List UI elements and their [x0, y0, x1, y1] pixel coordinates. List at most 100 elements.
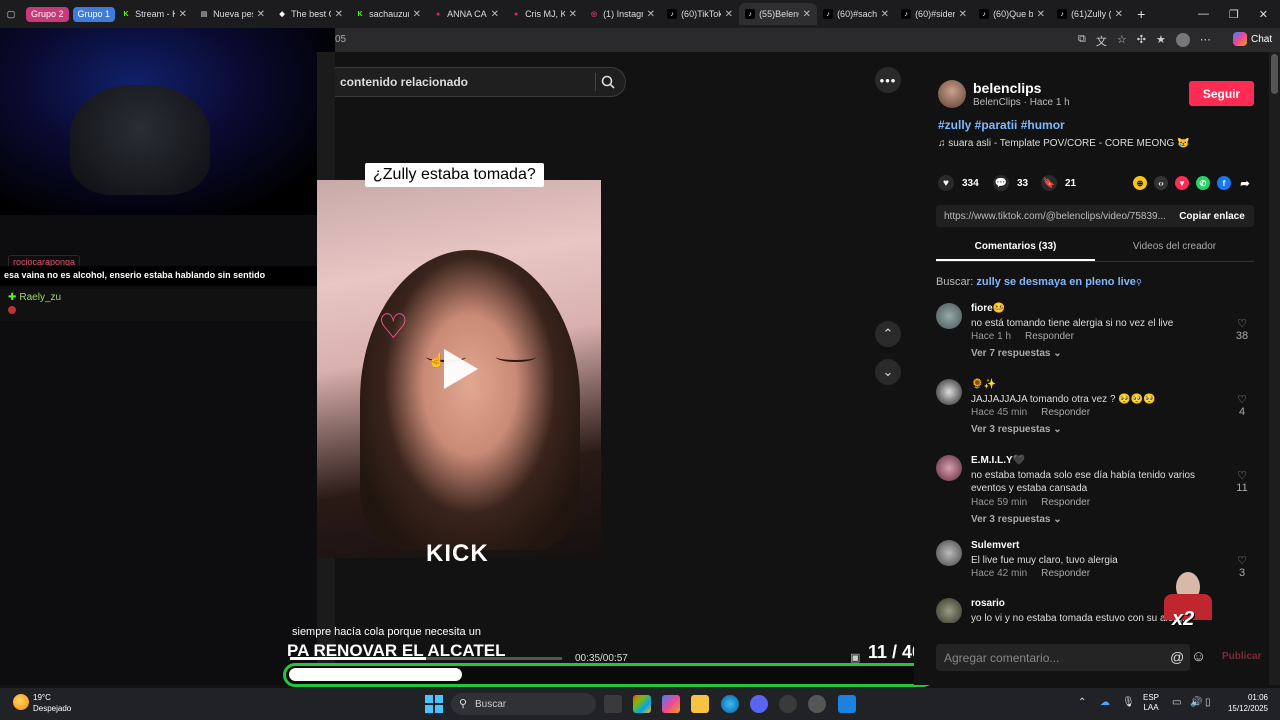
- copy-link-button[interactable]: Copiar enlace: [1170, 211, 1254, 222]
- commenter-avatar[interactable]: [936, 540, 962, 566]
- friends-share-icon[interactable]: ⊕: [1133, 176, 1147, 190]
- new-tab-button[interactable]: +: [1137, 6, 1145, 22]
- comment-input[interactable]: Agregar comentario...: [936, 644, 1190, 671]
- view-replies-button[interactable]: Ver 7 respuestas ⌄: [971, 348, 1062, 359]
- tab-creator-videos[interactable]: Videos del creador: [1095, 236, 1254, 261]
- store-icon[interactable]: [633, 695, 651, 713]
- tab-actions-icon[interactable]: ▢: [0, 3, 22, 25]
- network-icon[interactable]: ▭: [1172, 697, 1181, 708]
- suggested-search[interactable]: Buscar: zully se desmaya en pleno live⚲: [936, 276, 1142, 288]
- windows-start-icon[interactable]: [425, 695, 443, 713]
- close-tab-icon[interactable]: ✕: [803, 9, 811, 20]
- commenter-name[interactable]: E.M.I.L.Y🖤: [971, 455, 1025, 466]
- task-view-icon[interactable]: [604, 695, 622, 713]
- tab-group-1[interactable]: Grupo 1: [72, 6, 116, 22]
- chat-username-2[interactable]: ✚ Raely_zu: [8, 292, 61, 303]
- embed-icon[interactable]: ‹›: [1154, 176, 1168, 190]
- commenter-name[interactable]: 🌻✨: [971, 379, 996, 390]
- commenter-name[interactable]: Sulemvert: [971, 540, 1019, 551]
- comment-like-button[interactable]: ♡ 3: [1232, 554, 1252, 579]
- more-menu-icon[interactable]: ⋯: [1200, 33, 1211, 49]
- browser-tab[interactable]: ● Cris MJ, Ka ✕: [505, 3, 583, 25]
- emoji-icon[interactable]: ☺: [1191, 648, 1206, 665]
- browser-tab[interactable]: ♪(60)#sidera ✕: [895, 3, 973, 25]
- play-icon[interactable]: [444, 349, 478, 389]
- microphone-icon[interactable]: 🎙: [1122, 697, 1135, 708]
- tab-comments[interactable]: Comentarios (33): [936, 236, 1095, 261]
- browser-tab[interactable]: ● ANNA CAR ✕: [427, 3, 505, 25]
- commenter-name[interactable]: fiore🤒: [971, 303, 1005, 314]
- minimize-icon[interactable]: —: [1198, 8, 1209, 21]
- browser-tab[interactable]: ♪ (60)TikTok ✕: [661, 3, 739, 25]
- whatsapp-icon[interactable]: ✆: [1196, 176, 1210, 190]
- share-arrow-icon[interactable]: ➦: [1238, 176, 1252, 190]
- next-video-button[interactable]: ⌄: [875, 359, 901, 385]
- browser-tab[interactable]: ♪(55)BelenCl ✕: [739, 3, 818, 25]
- comment-like-button[interactable]: ♡: [1232, 612, 1236, 623]
- restore-icon[interactable]: ❐: [1229, 8, 1239, 21]
- search-button[interactable]: [595, 73, 619, 91]
- taskbar-search[interactable]: Buscar: [451, 693, 596, 715]
- browser-tab[interactable]: ♪(60)Que bu ✕: [973, 3, 1051, 25]
- file-explorer-icon[interactable]: [691, 695, 709, 713]
- language-indicator[interactable]: ESP LAA: [1143, 693, 1159, 713]
- open-app-icon[interactable]: ⧉: [1078, 33, 1086, 49]
- view-replies-button[interactable]: Ver 3 respuestas ⌄: [971, 514, 1062, 525]
- url-text[interactable]: 05: [335, 34, 346, 45]
- like-stat[interactable]: ♥ 334: [938, 175, 979, 191]
- browser-tab[interactable]: K Stream - Ki ✕: [115, 3, 193, 25]
- edge-icon[interactable]: [721, 695, 739, 713]
- close-tab-icon[interactable]: ✕: [179, 9, 187, 20]
- reply-button[interactable]: Responder: [1041, 497, 1090, 508]
- scrollbar-thumb[interactable]: [1271, 54, 1278, 94]
- comment-stat[interactable]: 💬 33: [993, 175, 1028, 191]
- volume-icon[interactable]: 🔊: [1190, 697, 1202, 708]
- discord-icon[interactable]: [750, 695, 768, 713]
- related-search-input[interactable]: contenido relacionado: [335, 67, 626, 97]
- close-tab-icon[interactable]: ✕: [647, 9, 655, 20]
- comment-like-button[interactable]: ♡ 11: [1232, 469, 1252, 494]
- weather-widget[interactable]: 19°C Despejado: [33, 692, 71, 714]
- commenter-avatar[interactable]: [936, 455, 962, 481]
- browser-tab[interactable]: ▤ Nueva pest ✕: [193, 3, 271, 25]
- comment-like-button[interactable]: ♡ 4: [1232, 393, 1252, 418]
- close-tab-icon[interactable]: ✕: [1037, 9, 1045, 20]
- close-tab-icon[interactable]: ✕: [335, 9, 343, 20]
- close-tab-icon[interactable]: ✕: [569, 9, 577, 20]
- close-tab-icon[interactable]: ✕: [413, 9, 421, 20]
- video-link[interactable]: https://www.tiktok.com/@belenclips/video…: [936, 211, 1170, 222]
- extensions-icon[interactable]: ✣: [1137, 33, 1146, 49]
- hashtags[interactable]: #zully #paratii #humor: [938, 118, 1065, 132]
- favorite-star-icon[interactable]: ☆: [1117, 33, 1127, 49]
- commenter-name[interactable]: rosario: [971, 598, 1005, 609]
- reply-button[interactable]: Responder: [1041, 568, 1090, 579]
- close-tab-icon[interactable]: ✕: [959, 9, 967, 20]
- tray-cloud-icon[interactable]: ☁: [1100, 697, 1110, 708]
- video-progress-track[interactable]: [290, 657, 562, 660]
- browser-tab[interactable]: ◎ (1) Instagra ✕: [583, 3, 661, 25]
- comment-like-button[interactable]: ♡ 38: [1232, 317, 1252, 342]
- battery-icon[interactable]: ▯: [1205, 697, 1211, 708]
- commenter-avatar[interactable]: [936, 379, 962, 405]
- favorites-icon[interactable]: ★: [1156, 33, 1166, 49]
- facebook-icon[interactable]: f: [1217, 176, 1231, 190]
- tray-chevron-icon[interactable]: ⌃: [1078, 697, 1086, 708]
- browser-tab[interactable]: ◆ The best Cl ✕: [271, 3, 349, 25]
- previous-video-button[interactable]: ⌃: [875, 321, 901, 347]
- weather-icon[interactable]: [13, 694, 29, 710]
- close-tab-icon[interactable]: ✕: [491, 9, 499, 20]
- follow-button[interactable]: Seguir: [1189, 81, 1254, 106]
- commenter-avatar[interactable]: [936, 303, 962, 329]
- more-options-button[interactable]: •••: [875, 67, 901, 93]
- close-tab-icon[interactable]: ✕: [725, 9, 733, 20]
- app-icon[interactable]: [779, 695, 797, 713]
- copilot-chat-button[interactable]: Chat: [1233, 32, 1272, 46]
- copilot-app-icon[interactable]: [662, 695, 680, 713]
- music-line[interactable]: ♫ suara asli - Template POV/CORE - CORE …: [938, 138, 1190, 149]
- browser-tab[interactable]: ♪(61)Zully (E ✕: [1051, 3, 1129, 25]
- creator-username[interactable]: belenclips: [973, 80, 1041, 96]
- taskbar-clock[interactable]: 01:06 15/12/2025: [1220, 692, 1268, 714]
- browser-tab[interactable]: ♪(60)#sacha ✕: [817, 3, 895, 25]
- reply-button[interactable]: Responder: [1041, 407, 1090, 418]
- close-tab-icon[interactable]: ✕: [1115, 9, 1123, 20]
